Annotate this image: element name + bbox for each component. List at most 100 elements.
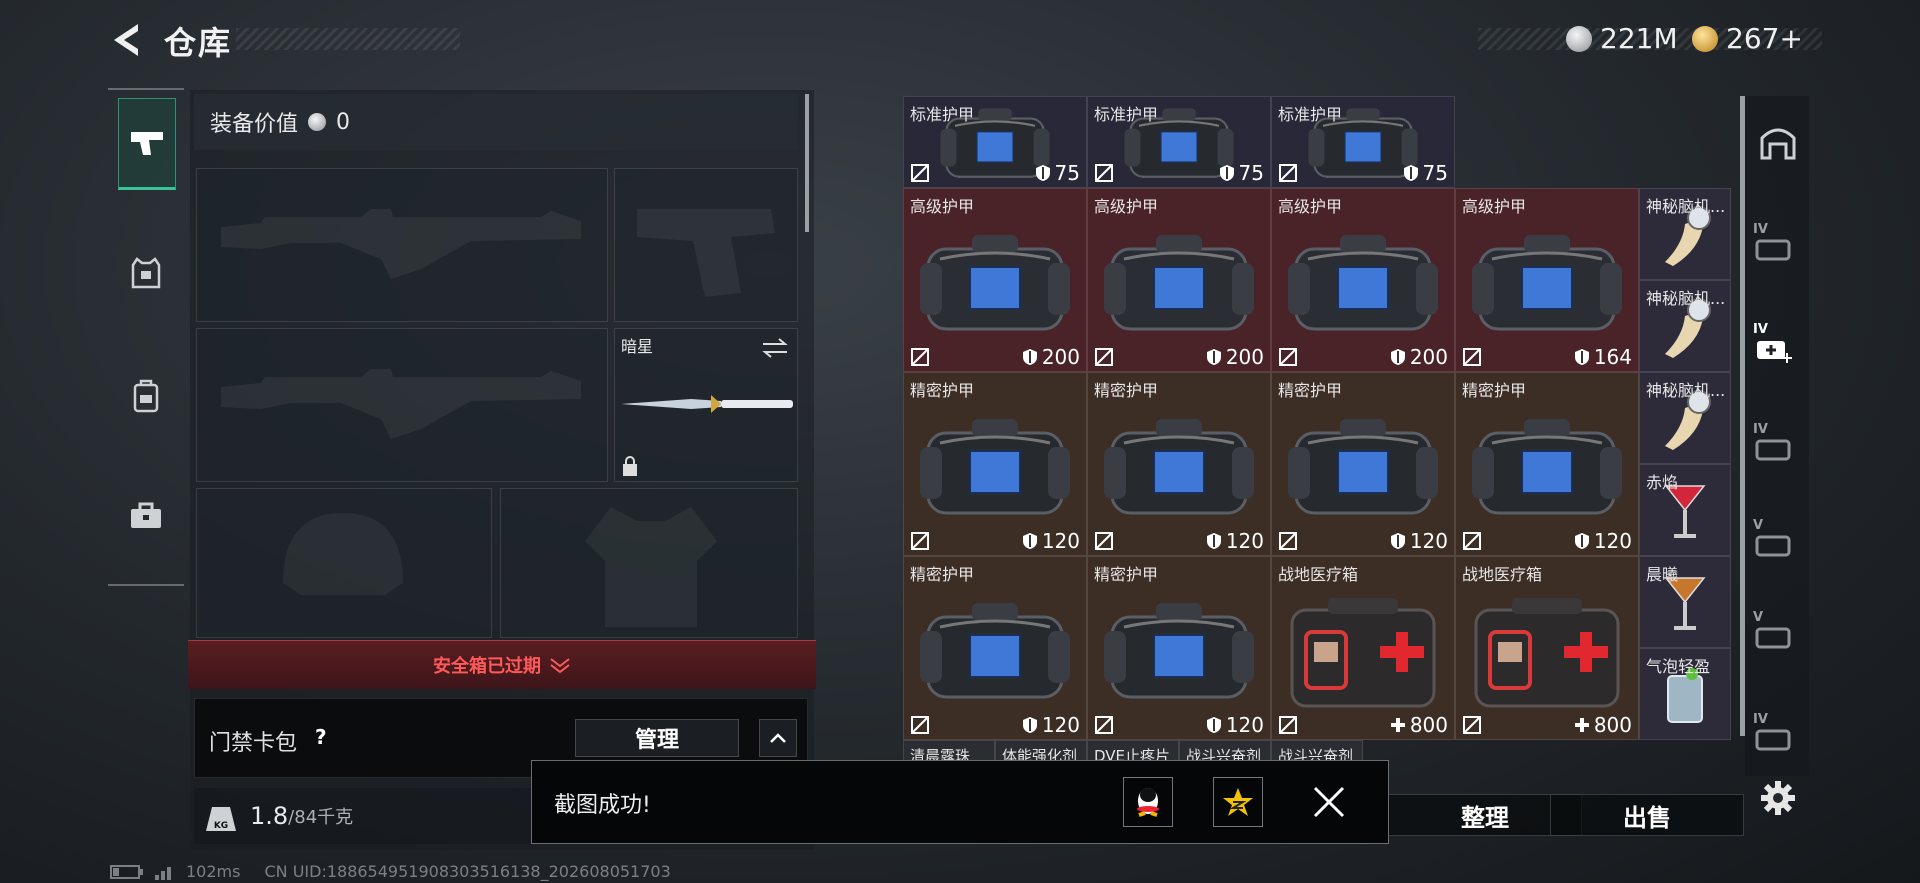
- shield-icon: [1390, 349, 1405, 365]
- medical-case-icon: [1757, 341, 1792, 363]
- help-icon[interactable]: ?: [315, 725, 327, 749]
- item-durability: 200: [1022, 345, 1080, 369]
- no-trade-icon: [1463, 532, 1481, 550]
- inventory-item[interactable]: 高级护甲 200: [1087, 188, 1271, 372]
- knife-icon: [621, 395, 793, 413]
- qzone-share-button[interactable]: [1213, 777, 1263, 827]
- inventory-item[interactable]: 气泡轻盈: [1639, 648, 1731, 740]
- inventory-item[interactable]: 精密护甲 120: [903, 372, 1087, 556]
- inventory-item[interactable]: 神秘脑机...: [1639, 280, 1731, 372]
- backpack-icon: [133, 379, 159, 413]
- heal-plus-icon: [1390, 718, 1405, 732]
- inventory-item[interactable]: 精密护甲 120: [1455, 372, 1639, 556]
- inventory-item[interactable]: 战地医疗箱 800: [1455, 556, 1639, 740]
- shield-icon: [1219, 165, 1234, 181]
- shield-icon: [1206, 533, 1221, 549]
- chevron-up-icon: [770, 733, 786, 743]
- inventory-item[interactable]: 晨曦: [1639, 556, 1731, 648]
- melee-slot[interactable]: 暗星: [614, 328, 798, 482]
- container-tab-iv-1[interactable]: IV: [1753, 218, 1801, 261]
- swap-icon[interactable]: [761, 337, 789, 359]
- gear-icon[interactable]: [1760, 780, 1796, 816]
- sell-button[interactable]: 出售: [1550, 794, 1744, 836]
- armor-bag-icon: [920, 418, 1070, 515]
- inventory-item[interactable]: 高级护甲 200: [903, 188, 1087, 372]
- secondary-weapon-slot[interactable]: [196, 328, 608, 482]
- no-trade-icon: [1279, 348, 1297, 366]
- inventory-item[interactable]: 高级护甲 164: [1455, 188, 1639, 372]
- no-trade-icon: [1095, 716, 1113, 734]
- battery-icon: [110, 864, 143, 879]
- armor-bag-icon: [1104, 234, 1254, 331]
- item-name: 气泡轻盈: [1646, 657, 1711, 676]
- inventory-item[interactable]: 标准护甲 75: [903, 96, 1087, 188]
- container-tab-iv-medical[interactable]: IV: [1753, 318, 1801, 363]
- body-armor-slot[interactable]: [500, 488, 798, 638]
- item-durability-value: 75: [1422, 161, 1448, 185]
- shield-icon: [1022, 349, 1037, 365]
- armor-vest-icon: [131, 257, 161, 289]
- container-tab-iv-2[interactable]: IV: [1753, 418, 1801, 461]
- tier-iv-icon: IV: [1753, 222, 1768, 237]
- inventory-item[interactable]: 精密护甲 120: [1271, 372, 1455, 556]
- inventory-grid: 标准护甲 75 标准护甲 75 标准护甲 75 高级护甲 200 高级护甲 200: [903, 96, 1733, 784]
- armor-bag-icon: [1104, 602, 1254, 699]
- collapse-button[interactable]: [759, 719, 797, 757]
- page-title: 仓库: [164, 24, 233, 62]
- item-durability: 120: [1206, 529, 1264, 553]
- inventory-item[interactable]: 标准护甲 75: [1271, 96, 1455, 188]
- inventory-item[interactable]: 神秘脑机...: [1639, 188, 1731, 280]
- item-name: 高级护甲: [1278, 197, 1343, 216]
- qq-share-button[interactable]: [1123, 777, 1173, 827]
- tab-weapons[interactable]: [118, 98, 176, 190]
- inventory-item[interactable]: 精密护甲 120: [1087, 372, 1271, 556]
- container-tab-iv-3[interactable]: IV: [1753, 708, 1801, 751]
- close-icon[interactable]: [1312, 785, 1346, 819]
- item-durability-value: 75: [1238, 161, 1264, 185]
- first-aid-kit-icon: [1290, 597, 1436, 708]
- manage-button[interactable]: 管理: [575, 719, 739, 757]
- tab-backpack[interactable]: [118, 352, 174, 440]
- primary-weapon-slot[interactable]: [196, 168, 608, 322]
- inventory-item[interactable]: 战地医疗箱 800: [1271, 556, 1455, 740]
- back-arrow-icon[interactable]: [108, 20, 144, 60]
- rifle-icon: [221, 209, 581, 279]
- sidearm-slot[interactable]: [614, 168, 798, 322]
- item-name: 标准护甲: [910, 105, 975, 124]
- inventory-item[interactable]: 精密护甲 120: [903, 556, 1087, 740]
- pistol-silhouette-icon: [637, 209, 775, 297]
- armor-bag-icon: [1288, 234, 1438, 331]
- tab-armor[interactable]: [118, 230, 174, 318]
- armor-bag-icon: [1104, 418, 1254, 515]
- helmet-slot[interactable]: [196, 488, 492, 638]
- inventory-item[interactable]: 赤焰: [1639, 464, 1731, 556]
- item-name: 神秘脑机...: [1646, 289, 1726, 308]
- item-durability-value: 120: [1593, 529, 1632, 553]
- item-name: 高级护甲: [910, 197, 975, 216]
- weight-icon-text: KG: [213, 821, 229, 831]
- item-name: 战地医疗箱: [1278, 565, 1359, 584]
- item-durability: 75: [1403, 161, 1448, 185]
- item-name: 神秘脑机...: [1646, 197, 1726, 216]
- inventory-item[interactable]: 精密护甲 120: [1087, 556, 1271, 740]
- inventory-item[interactable]: 神秘脑机...: [1639, 372, 1731, 464]
- safebox-banner[interactable]: 安全箱已过期: [188, 640, 816, 689]
- inventory-item[interactable]: 标准护甲 75: [1087, 96, 1271, 188]
- gold-currency[interactable]: 267+: [1692, 22, 1803, 55]
- tab-briefcase[interactable]: [118, 472, 174, 560]
- item-name: 精密护甲: [910, 565, 975, 584]
- warehouse-icon[interactable]: [1759, 124, 1797, 160]
- container-tab-v-2[interactable]: V: [1753, 606, 1801, 649]
- container-tab-v-1[interactable]: V: [1753, 514, 1801, 557]
- lock-icon: [623, 456, 637, 476]
- equipment-scrollbar[interactable]: [805, 94, 809, 232]
- item-durability-value: 800: [1409, 713, 1448, 737]
- item-name: 神秘脑机...: [1646, 381, 1726, 400]
- item-name: 标准护甲: [1094, 105, 1159, 124]
- item-durability: 120: [1206, 713, 1264, 737]
- case-icon: [1755, 729, 1791, 751]
- item-durability-value: 200: [1225, 345, 1264, 369]
- case-icon: [1755, 535, 1791, 557]
- armor-bag-icon: [920, 602, 1070, 699]
- inventory-item[interactable]: 高级护甲 200: [1271, 188, 1455, 372]
